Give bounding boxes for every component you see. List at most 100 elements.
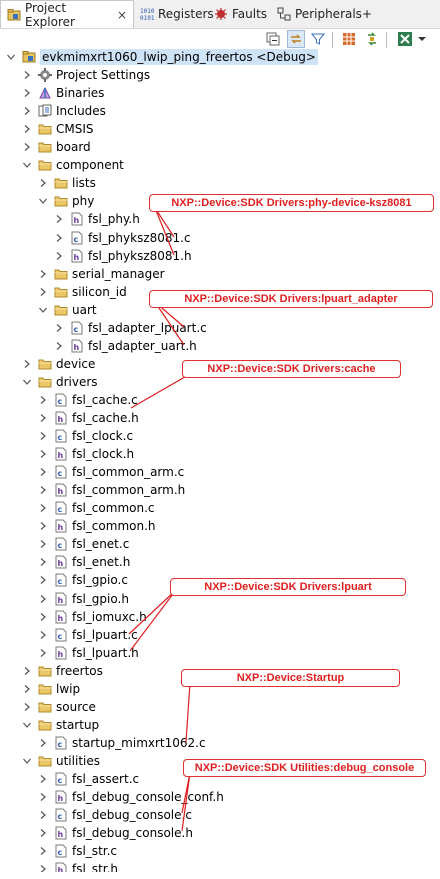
tree-item[interactable]: board [22, 138, 91, 156]
chevron-down-icon[interactable] [22, 373, 32, 391]
tree-item[interactable]: c fsl_enet.c [38, 535, 129, 553]
chevron-right-icon[interactable] [38, 427, 48, 445]
chevron-right-icon[interactable] [22, 698, 32, 716]
chevron-right-icon[interactable] [38, 608, 48, 626]
tree-item[interactable]: startup [22, 716, 99, 734]
chevron-right-icon[interactable] [38, 481, 48, 499]
tree-item[interactable]: evkmimxrt1060_lwip_ping_freertos <Debug> [6, 48, 318, 66]
chevron-down-icon[interactable] [6, 48, 16, 66]
chevron-right-icon[interactable] [54, 337, 64, 355]
tree-item[interactable]: h fsl_common_arm.h [38, 481, 185, 499]
chevron-right-icon[interactable] [38, 499, 48, 517]
tree-item[interactable]: c fsl_phyksz8081.c [54, 229, 191, 247]
chevron-right-icon[interactable] [38, 644, 48, 662]
chevron-right-icon[interactable] [54, 247, 64, 265]
chevron-down-icon[interactable] [22, 752, 32, 770]
chevron-right-icon[interactable] [38, 734, 48, 752]
tree-item[interactable]: drivers [22, 373, 98, 391]
chevron-right-icon[interactable] [38, 590, 48, 608]
tree-item[interactable]: source [22, 698, 96, 716]
chevron-right-icon[interactable] [38, 571, 48, 589]
chevron-right-icon[interactable] [38, 824, 48, 842]
tree-item[interactable]: h fsl_phy.h [54, 210, 140, 228]
tab-registers[interactable]: 1010 0101 Registers [140, 0, 214, 28]
horizontal-scrollbar[interactable] [0, 872, 440, 878]
chevron-down-icon[interactable] [38, 192, 48, 210]
tree-item[interactable]: utilities [22, 752, 100, 770]
tab-peripherals[interactable]: Peripherals+ [277, 0, 372, 28]
tab-project-explorer[interactable]: Project Explorer × [0, 0, 134, 29]
chevron-right-icon[interactable] [22, 84, 32, 102]
tree-item[interactable]: c fsl_cache.c [38, 391, 138, 409]
chevron-down-icon[interactable] [22, 716, 32, 734]
chevron-right-icon[interactable] [38, 283, 48, 301]
chevron-right-icon[interactable] [22, 66, 32, 84]
chevron-right-icon[interactable] [38, 265, 48, 283]
tree-item[interactable]: CMSIS [22, 120, 94, 138]
tree-item[interactable]: h fsl_adapter_uart.h [54, 337, 197, 355]
view-menu-icon[interactable] [395, 30, 415, 48]
tree-item[interactable]: h fsl_common.h [38, 517, 156, 535]
chevron-right-icon[interactable] [38, 842, 48, 860]
chevron-right-icon[interactable] [54, 319, 64, 337]
collapse-all-icon[interactable] [264, 30, 282, 48]
tree-item[interactable]: c fsl_clock.c [38, 427, 133, 445]
link-with-editor-icon[interactable] [287, 30, 305, 48]
tree-item[interactable]: phy [38, 192, 94, 210]
sync-icon[interactable] [363, 30, 381, 48]
tree-item[interactable]: c fsl_assert.c [38, 770, 139, 788]
build-icon[interactable] [340, 30, 358, 48]
tree-item[interactable]: h fsl_phyksz8081.h [54, 247, 192, 265]
tree-item[interactable]: h fsl_enet.h [38, 553, 130, 571]
chevron-right-icon[interactable] [38, 553, 48, 571]
tree-item[interactable]: c fsl_common_arm.c [38, 463, 184, 481]
tree-item[interactable]: silicon_id [38, 283, 127, 301]
tree-item[interactable]: h fsl_debug_console_conf.h [38, 788, 224, 806]
tree-item[interactable]: lwip [22, 680, 80, 698]
chevron-down-icon[interactable] [22, 156, 32, 174]
chevron-right-icon[interactable] [38, 463, 48, 481]
tree-item[interactable]: Includes [22, 102, 106, 120]
chevron-right-icon[interactable] [22, 102, 32, 120]
tree-item[interactable]: serial_manager [38, 265, 165, 283]
tree-item[interactable]: freertos [22, 662, 103, 680]
chevron-right-icon[interactable] [38, 391, 48, 409]
chevron-right-icon[interactable] [22, 138, 32, 156]
tree-item[interactable]: component [22, 156, 124, 174]
tree-item[interactable]: c startup_mimxrt1062.c [38, 734, 206, 752]
tree-item[interactable]: h fsl_clock.h [38, 445, 134, 463]
chevron-right-icon[interactable] [38, 626, 48, 644]
tree-item[interactable]: c fsl_gpio.c [38, 571, 128, 589]
chevron-right-icon[interactable] [22, 662, 32, 680]
tree-item[interactable]: h fsl_iomuxc.h [38, 608, 147, 626]
chevron-right-icon[interactable] [38, 174, 48, 192]
close-tab-icon[interactable]: × [117, 8, 127, 22]
tab-faults[interactable]: Faults [214, 0, 267, 28]
tree-item[interactable]: h fsl_lpuart.h [38, 644, 139, 662]
chevron-right-icon[interactable] [22, 680, 32, 698]
chevron-right-icon[interactable] [22, 120, 32, 138]
tree-item[interactable]: h fsl_gpio.h [38, 590, 129, 608]
tree-item[interactable]: lists [38, 174, 96, 192]
tree-item[interactable]: Binaries [22, 84, 104, 102]
tree-item[interactable]: Project Settings [22, 66, 150, 84]
chevron-right-icon[interactable] [54, 210, 64, 228]
tree-item[interactable]: c fsl_lpuart.c [38, 626, 138, 644]
tree-item[interactable]: c fsl_adapter_lpuart.c [54, 319, 207, 337]
tree-item[interactable]: device [22, 355, 95, 373]
chevron-right-icon[interactable] [22, 355, 32, 373]
chevron-right-icon[interactable] [38, 445, 48, 463]
chevron-down-icon[interactable] [38, 301, 48, 319]
chevron-right-icon[interactable] [38, 770, 48, 788]
chevron-right-icon[interactable] [38, 788, 48, 806]
tree-item[interactable]: h fsl_debug_console.h [38, 824, 193, 842]
tree-item[interactable]: c fsl_debug_console.c [38, 806, 192, 824]
chevron-right-icon[interactable] [38, 535, 48, 553]
chevron-right-icon[interactable] [38, 409, 48, 427]
chevron-down-icon[interactable] [416, 30, 428, 48]
filter-icon[interactable] [309, 30, 327, 48]
chevron-right-icon[interactable] [38, 517, 48, 535]
chevron-right-icon[interactable] [38, 806, 48, 824]
tree-item[interactable]: h fsl_cache.h [38, 409, 139, 427]
tree-item[interactable]: c fsl_common.c [38, 499, 155, 517]
